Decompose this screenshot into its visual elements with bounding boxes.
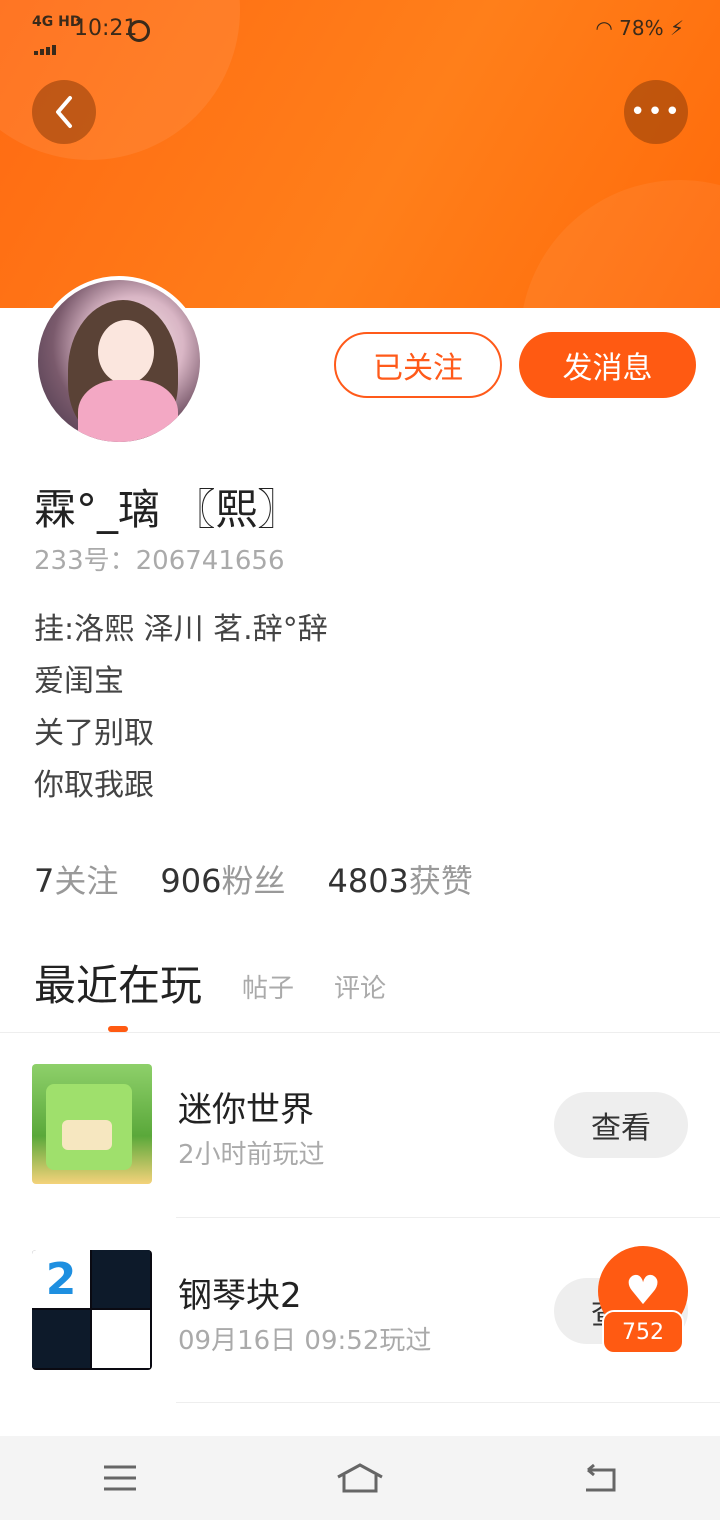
back-icon — [586, 1463, 616, 1492]
heart-icon: ♥ — [625, 1268, 661, 1314]
user-id: 233号：206741656 — [34, 546, 285, 576]
nav-home-button[interactable] — [320, 1448, 400, 1508]
profile-tabs: 最近在玩 帖子 评论 — [34, 952, 386, 1013]
divider — [176, 1402, 720, 1403]
game-last-played: 2小时前玩过 — [178, 1140, 325, 1170]
username: 霖°_璃 〖熙〗 — [34, 485, 300, 534]
charging-icon: ⚡ — [669, 16, 684, 40]
game-title: 钢琴块2 — [178, 1276, 302, 1316]
stat-fans[interactable]: 906粉丝 — [160, 856, 285, 902]
status-right: ◠ 78% ⚡ — [595, 16, 684, 40]
game-icon: 2 — [32, 1250, 152, 1370]
send-message-button[interactable]: 发消息 — [519, 332, 696, 398]
signal-icon — [34, 30, 64, 55]
game-last-played: 09月16日 09:52玩过 — [178, 1326, 432, 1356]
profile-stats: 7关注 906粉丝 4803获赞 — [34, 856, 473, 902]
menu-icon — [104, 1465, 136, 1491]
tab-comments[interactable]: 评论 — [334, 968, 386, 1005]
nav-menu-button[interactable] — [80, 1448, 160, 1508]
wifi-icon: ◠ — [595, 16, 613, 40]
back-button[interactable] — [32, 80, 96, 144]
clock-icon — [128, 20, 150, 42]
nav-back-button[interactable] — [560, 1448, 640, 1508]
view-button[interactable]: 查看 — [554, 1092, 688, 1158]
stat-following[interactable]: 7关注 — [34, 856, 118, 902]
system-nav-bar — [0, 1436, 720, 1520]
game-icon — [32, 1064, 152, 1184]
bio-line: 挂:洛熙 泽川 茗.辞°辞 — [34, 612, 328, 647]
battery-level: 78% — [619, 16, 664, 40]
chevron-left-icon — [56, 96, 72, 128]
tab-recently-played[interactable]: 最近在玩 — [34, 952, 202, 1013]
avatar[interactable] — [34, 276, 204, 446]
banner-decoration — [520, 180, 720, 308]
tab-posts[interactable]: 帖子 — [242, 968, 294, 1005]
following-button[interactable]: 已关注 — [334, 332, 502, 398]
more-icon: ••• — [629, 97, 682, 127]
like-count-badge: 752 — [602, 1310, 684, 1354]
more-button[interactable]: ••• — [624, 80, 688, 144]
bio-line: 你取我跟 — [34, 768, 154, 803]
bio-line: 关了别取 — [34, 716, 154, 751]
stat-likes[interactable]: 4803获赞 — [327, 856, 472, 902]
list-item[interactable]: 迷你世界 2小时前玩过 查看 — [0, 1032, 720, 1218]
bio-line: 爱闺宝 — [34, 664, 124, 699]
home-icon — [337, 1463, 383, 1493]
bio: 挂:洛熙 泽川 茗.辞°辞 爱闺宝 关了别取 你取我跟 — [34, 604, 328, 812]
game-title: 迷你世界 — [178, 1090, 314, 1130]
status-bar: 4G HD 10:21 ◠ 78% ⚡ — [0, 0, 720, 60]
